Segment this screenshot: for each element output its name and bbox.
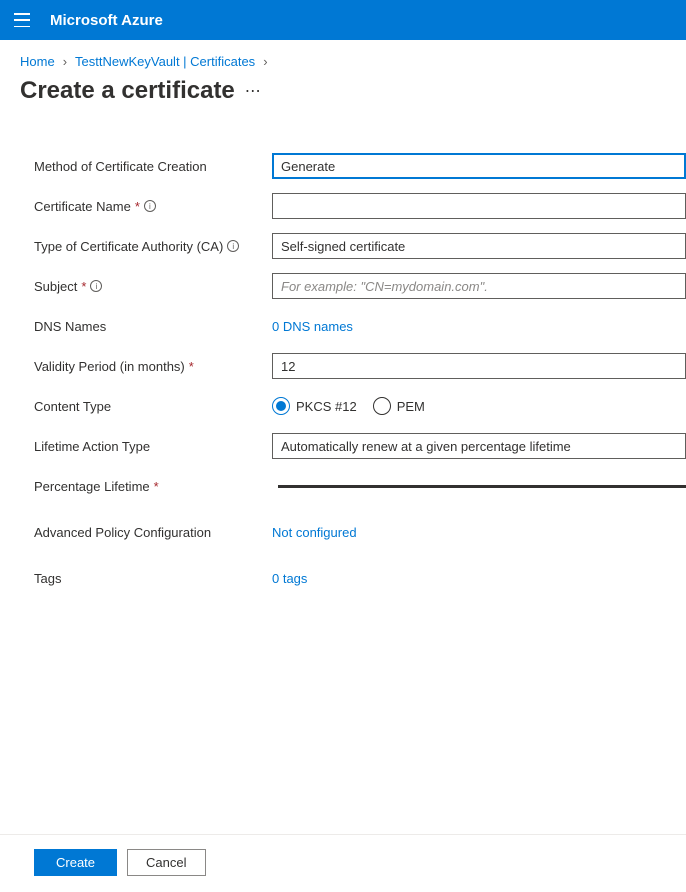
more-dots-icon[interactable]: ⋯ <box>245 81 261 101</box>
title-row: Create a certificate ⋯ <box>0 75 686 119</box>
validity-input[interactable] <box>272 353 686 379</box>
label-ca-type: Type of Certificate Authority (CA) i <box>34 239 272 254</box>
label-content-type: Content Type <box>34 399 272 414</box>
label-pct-lifetime: Percentage Lifetime* <box>34 479 272 494</box>
tags-link[interactable]: 0 tags <box>272 571 307 586</box>
percentage-lifetime-slider[interactable] <box>278 485 686 488</box>
method-select[interactable]: Generate <box>272 153 686 179</box>
content-type-radio-group: PKCS #12 PEM <box>272 397 686 415</box>
info-icon[interactable]: i <box>144 200 156 212</box>
info-icon[interactable]: i <box>90 280 102 292</box>
content-type-pkcs12[interactable]: PKCS #12 <box>272 397 357 415</box>
label-lifetime-action: Lifetime Action Type <box>34 439 272 454</box>
radio-icon <box>373 397 391 415</box>
form-area: Method of Certificate Creation Generate … <box>0 119 686 593</box>
footer: Create Cancel <box>0 834 686 892</box>
label-tags: Tags <box>34 571 272 586</box>
subject-input[interactable] <box>272 273 686 299</box>
create-button[interactable]: Create <box>34 849 117 876</box>
breadcrumb: Home › TesttNewKeyVault | Certificates › <box>0 40 686 75</box>
hamburger-icon[interactable] <box>14 13 30 27</box>
cancel-button[interactable]: Cancel <box>127 849 205 876</box>
label-dns-names: DNS Names <box>34 319 272 334</box>
brand-title: Microsoft Azure <box>50 12 163 29</box>
info-icon[interactable]: i <box>227 240 239 252</box>
label-cert-name: Certificate Name* i <box>34 199 272 214</box>
label-method: Method of Certificate Creation <box>34 159 272 174</box>
content-type-pem[interactable]: PEM <box>373 397 425 415</box>
dns-names-link[interactable]: 0 DNS names <box>272 319 353 334</box>
cert-name-input[interactable] <box>272 193 686 219</box>
breadcrumb-keyvault[interactable]: TesttNewKeyVault | Certificates <box>75 54 255 69</box>
page-title: Create a certificate <box>20 77 235 105</box>
radio-icon <box>272 397 290 415</box>
chevron-right-icon: › <box>63 54 67 69</box>
top-bar: Microsoft Azure <box>0 0 686 40</box>
lifetime-action-select[interactable]: Automatically renew at a given percentag… <box>272 433 686 459</box>
label-validity: Validity Period (in months)* <box>34 359 272 374</box>
advanced-policy-link[interactable]: Not configured <box>272 525 357 540</box>
chevron-right-icon: › <box>263 54 267 69</box>
label-advanced-policy: Advanced Policy Configuration <box>34 525 272 540</box>
ca-type-select[interactable]: Self-signed certificate <box>272 233 686 259</box>
breadcrumb-home[interactable]: Home <box>20 54 55 69</box>
label-subject: Subject* i <box>34 279 272 294</box>
